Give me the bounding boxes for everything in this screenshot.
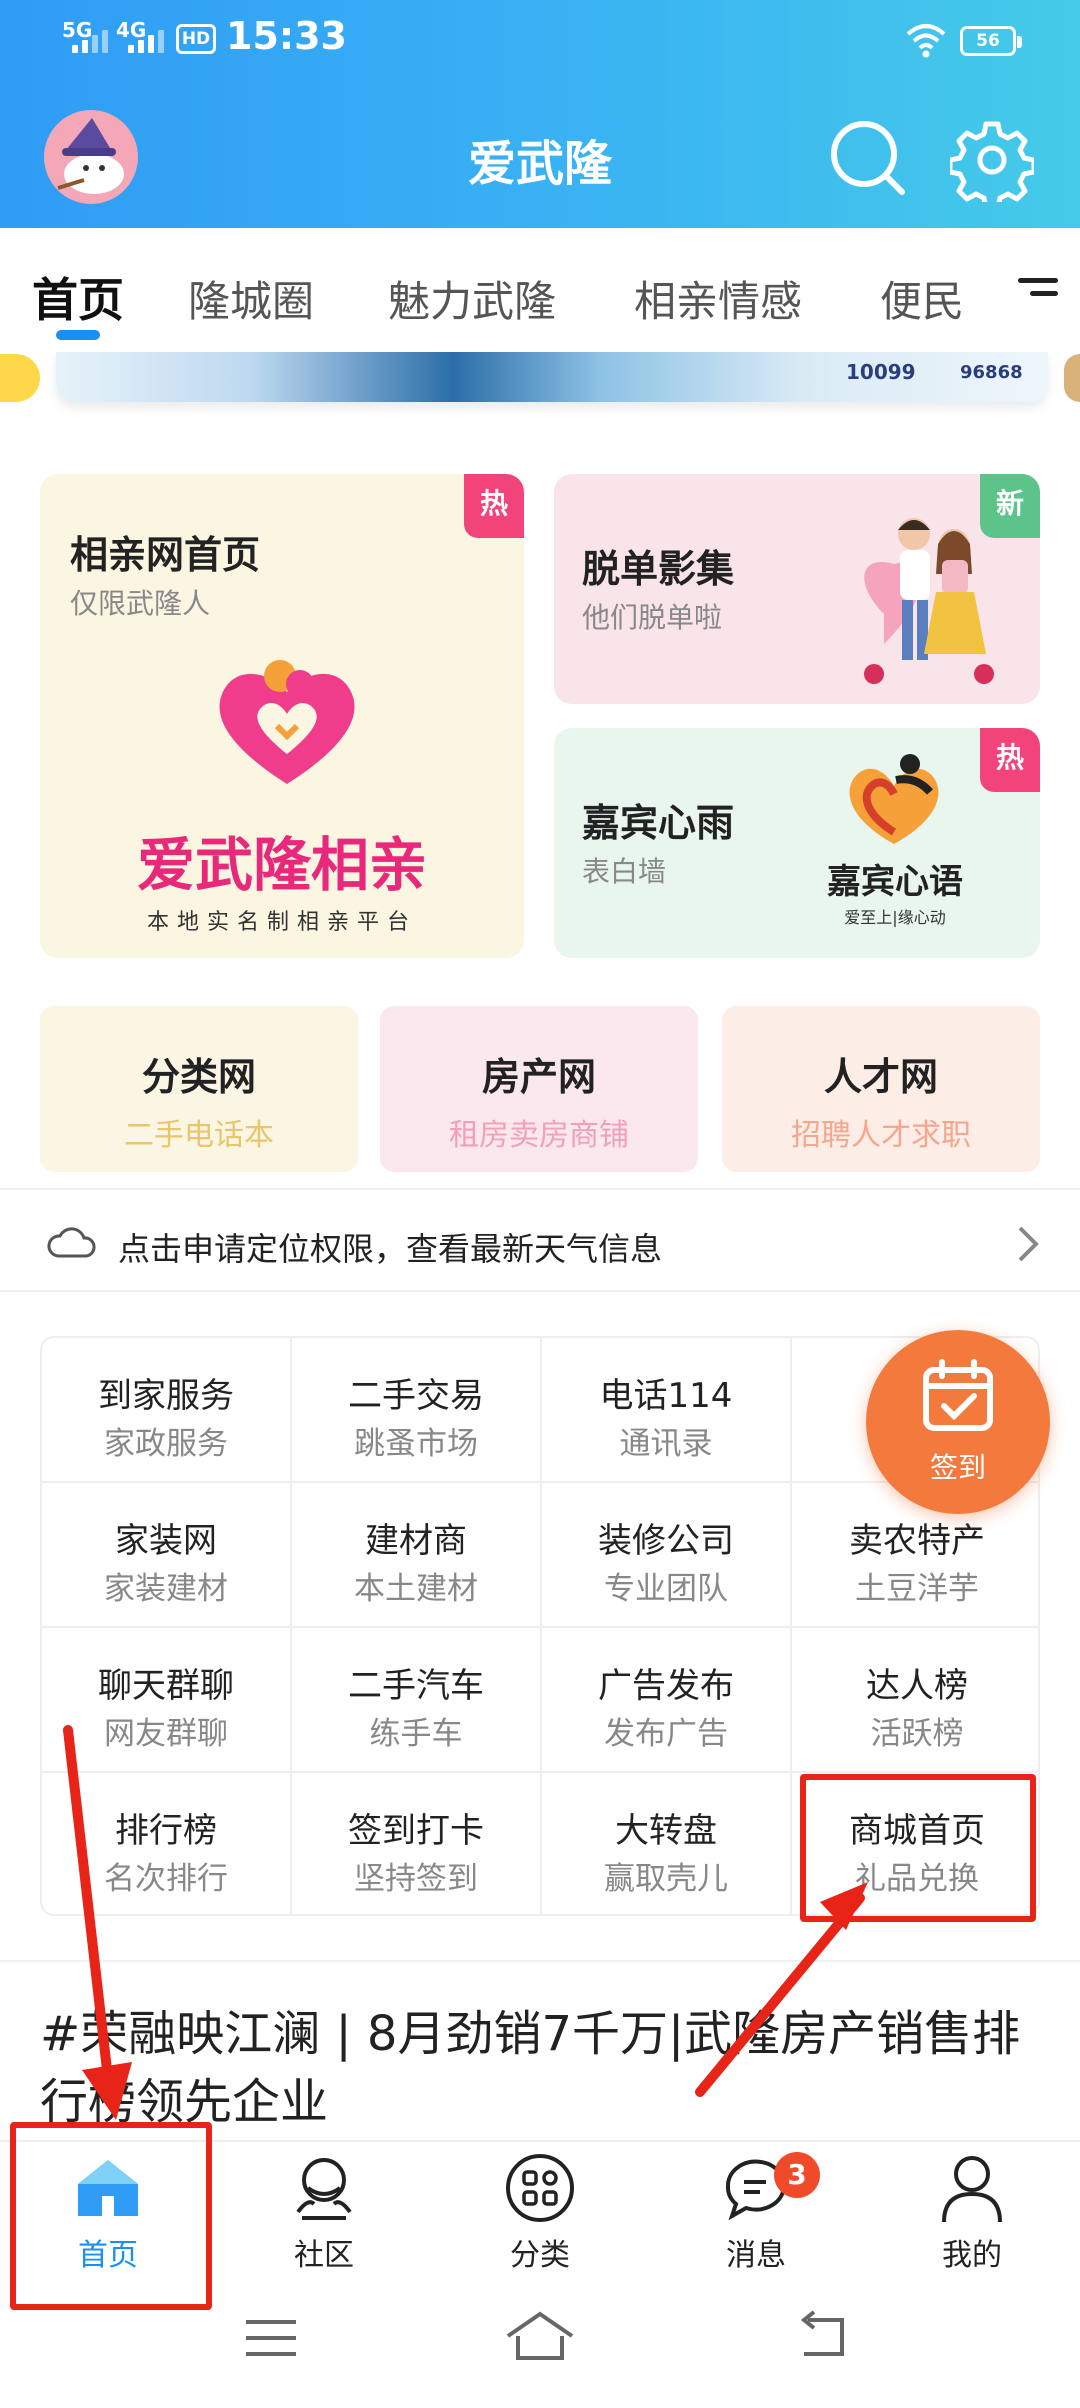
couples-album-card[interactable]: 脱单影集 他们脱单啦 新 — [554, 474, 1040, 704]
nav-label: 社区 — [294, 2238, 354, 2273]
clock: 15:33 — [226, 14, 347, 58]
tab-dating[interactable]: 相亲情感 — [634, 268, 802, 329]
grid-item[interactable]: 达人榜 活跃榜 — [792, 1628, 1038, 1773]
nav-community[interactable]: 社区 — [216, 2142, 432, 2282]
heart-logo-icon — [849, 754, 939, 844]
recent-apps-icon[interactable] — [244, 2316, 298, 2360]
search-icon[interactable] — [828, 118, 908, 198]
guest-logo-subtitle: 爱至上|缘心动 — [844, 908, 946, 927]
signal-bars-icon — [128, 30, 164, 53]
grid-item[interactable]: 到家服务 家政服务 — [42, 1338, 292, 1483]
signal-bars-icon — [72, 30, 108, 53]
cloud-icon — [47, 1227, 96, 1258]
active-tab-indicator — [56, 330, 100, 340]
hot-tag: 热 — [464, 474, 524, 538]
jobs-card[interactable]: 人才网 招聘人才求职 — [722, 1006, 1040, 1172]
app-header: 5G 4G HD 15:33 56 爱武隆 — [0, 0, 1080, 228]
dating-logo-text: 爱武隆相亲 — [136, 831, 427, 899]
grid-item[interactable]: 排行榜 名次排行 — [42, 1773, 292, 1914]
menu-icon[interactable] — [1018, 278, 1058, 308]
grid-item[interactable]: 装修公司 专业团队 — [542, 1483, 792, 1628]
card-title: 相亲网首页 — [70, 533, 261, 577]
status-bar: 5G 4G HD 15:33 56 — [0, 0, 1080, 80]
nav-label: 我的 — [942, 2238, 1002, 2273]
section-subtitle: 二手电话本 — [124, 1118, 274, 1153]
heart-logo-icon — [219, 660, 355, 784]
card-subtitle: 仅限武隆人 — [70, 587, 211, 620]
card-title: 脱单影集 — [582, 547, 735, 591]
sign-in-button[interactable]: 签到 — [866, 1330, 1050, 1514]
section-title: 分类网 — [141, 1055, 256, 1099]
card-title: 嘉宾心雨 — [582, 801, 735, 845]
grid-item[interactable]: 卖农特产 土豆洋芋 — [792, 1483, 1038, 1628]
couple-illustration-icon — [864, 518, 994, 684]
grid-item[interactable]: 聊天群聊 网友群聊 — [42, 1628, 292, 1773]
tab-charm-wulong[interactable]: 魅力武隆 — [388, 268, 556, 329]
home-button-icon[interactable] — [504, 2310, 576, 2362]
banner-right-edge — [1064, 354, 1080, 402]
chevron-right-icon — [1018, 1226, 1039, 1262]
guest-logo-text: 嘉宾心语 — [827, 862, 963, 902]
unread-badge: 3 — [774, 2152, 820, 2198]
nav-profile[interactable]: 我的 — [864, 2142, 1080, 2282]
news-headline[interactable]: #荣融映江澜 | 8月劲销7千万|武隆房产销售排行榜领先企业 — [40, 2000, 1040, 2136]
banner-carousel[interactable]: 10099 96868 — [56, 352, 1048, 402]
grid-item[interactable]: 家装网 家装建材 — [42, 1483, 292, 1628]
grid-item[interactable]: 签到打卡 坚持签到 — [292, 1773, 542, 1914]
hd-voice-icon: HD — [176, 24, 216, 54]
grid-item[interactable]: 电话114 通讯录 — [542, 1338, 792, 1483]
wifi-icon — [906, 24, 946, 58]
weather-bar[interactable]: 点击申请定位权限，查看最新天气信息 — [0, 1188, 1080, 1292]
grid-item[interactable]: 二手交易 跳蚤市场 — [292, 1338, 542, 1483]
section-title: 房产网 — [481, 1055, 596, 1099]
weather-prompt: 点击申请定位权限，查看最新天气信息 — [118, 1230, 663, 1268]
guest-heart-card[interactable]: 嘉宾心雨 表白墙 热 嘉宾心语 爱至上|缘心动 — [554, 728, 1040, 958]
banner-phone: 10099 — [846, 360, 916, 384]
card-subtitle: 他们脱单啦 — [582, 601, 723, 634]
community-icon — [296, 2158, 352, 2220]
nav-label: 分类 — [510, 2238, 570, 2273]
section-title: 人才网 — [823, 1055, 938, 1099]
sign-in-label: 签到 — [929, 1451, 986, 1484]
tab-convenience[interactable]: 便民 — [880, 268, 990, 329]
divider — [0, 1960, 1080, 1962]
avatar[interactable] — [44, 110, 138, 204]
section-subtitle: 招聘人才求职 — [791, 1118, 971, 1153]
back-button-icon[interactable] — [794, 2310, 850, 2362]
profile-icon — [942, 2156, 1002, 2223]
grid-item[interactable]: 广告发布 发布广告 — [542, 1628, 792, 1773]
highlight-box-home — [10, 2122, 212, 2310]
hot-tag: 热 — [980, 728, 1040, 792]
grid-item[interactable]: 建材商 本土建材 — [292, 1483, 542, 1628]
gear-icon[interactable] — [950, 118, 1034, 202]
nav-label: 消息 — [726, 2238, 786, 2273]
tab-home[interactable]: 首页 — [32, 264, 124, 330]
dating-home-card[interactable]: 相亲网首页 仅限武隆人 热 爱武隆相亲 本地实名制相亲平台 — [40, 474, 524, 958]
tab-longcheng-circle[interactable]: 隆城圈 — [188, 268, 314, 329]
calendar-check-icon — [923, 1359, 993, 1431]
nav-messages[interactable]: 3 消息 — [648, 2142, 864, 2282]
grid-item[interactable]: 二手汽车 练手车 — [292, 1628, 542, 1773]
category-tabs: 首页 隆城圈 魅力武隆 相亲情感 便民 — [0, 228, 1080, 354]
card-subtitle: 表白墙 — [582, 855, 667, 888]
category-icon — [506, 2154, 574, 2222]
section-subtitle: 租房卖房商铺 — [449, 1118, 629, 1153]
app-title: 爱武隆 — [467, 136, 612, 192]
classifieds-card[interactable]: 分类网 二手电话本 — [40, 1006, 358, 1172]
highlight-box-mall — [800, 1774, 1036, 1922]
banner-left-edge — [0, 354, 40, 402]
nav-category[interactable]: 分类 — [432, 2142, 648, 2282]
grid-item[interactable]: 大转盘 赢取壳儿 — [542, 1773, 792, 1914]
real-estate-card[interactable]: 房产网 租房卖房商铺 — [380, 1006, 698, 1172]
battery-icon: 56 — [960, 26, 1022, 56]
banner-phone-2: 96868 — [960, 362, 1023, 383]
dating-logo-subtitle: 本地实名制相亲平台 — [146, 910, 417, 935]
